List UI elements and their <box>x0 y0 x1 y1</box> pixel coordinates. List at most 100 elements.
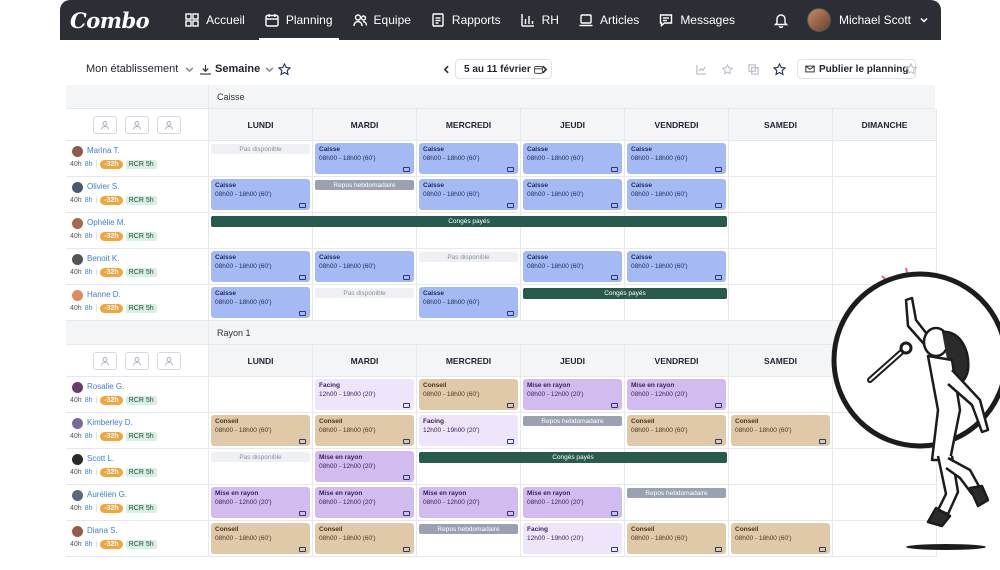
shift-block[interactable]: Facing 12h00 - 19h00 (20') <box>315 379 414 410</box>
planning-cell[interactable]: Caisse 08h00 - 18h00 (60') <box>313 249 417 285</box>
planning-cell[interactable]: Conseil 08h00 - 18h00 (60') <box>417 377 521 413</box>
paid-leave-bar[interactable]: Congés payés <box>419 452 727 463</box>
period-select[interactable]: Semaine <box>200 56 275 82</box>
planning-cell[interactable]: Mise en rayon 08h00 - 12h00 (20') <box>521 377 625 413</box>
shift-block[interactable]: Caisse 08h00 - 18h00 (60') <box>211 287 310 318</box>
shift-block[interactable]: Facing 12h00 - 19h00 (20') <box>419 415 518 446</box>
shift-block[interactable]: Caisse 08h00 - 18h00 (60') <box>315 143 414 174</box>
add-user-button[interactable] <box>93 115 117 134</box>
planning-cell[interactable]: Repos hebdomadaire <box>313 177 417 213</box>
nav-item-accueil[interactable]: Accueil <box>175 0 255 40</box>
employee-name[interactable]: Olivier S. <box>87 182 119 191</box>
employee-name[interactable]: Ophélie M. <box>87 218 126 227</box>
planning-cell[interactable]: Conseil 08h00 - 18h00 (60') <box>625 521 729 557</box>
planning-cell[interactable]: Mise en rayon 08h00 - 12h00 (20') <box>313 485 417 521</box>
user-name[interactable]: Michael Scott <box>839 13 911 27</box>
shift-block[interactable]: Caisse 08h00 - 18h00 (60') <box>211 251 310 282</box>
planning-cell[interactable]: Repos hebdomadaire <box>417 521 521 557</box>
shift-block[interactable]: Mise en rayon 08h00 - 12h00 (20') <box>523 379 622 410</box>
user-avatar[interactable] <box>806 8 831 32</box>
shift-block[interactable]: Conseil 08h00 - 18h00 (60') <box>211 523 310 554</box>
planning-cell[interactable]: Caisse 08h00 - 18h00 (60') <box>417 141 521 177</box>
shift-block[interactable]: Conseil 08h00 - 18h00 (60') <box>419 379 518 410</box>
planning-cell[interactable]: Conseil 08h00 - 18h00 (60') <box>209 521 313 557</box>
employee-name[interactable]: Benoit K. <box>87 254 119 263</box>
bell-icon[interactable] <box>773 12 789 28</box>
employee-name[interactable]: Rosalie G. <box>87 382 124 391</box>
shift-block[interactable]: Mise en rayon 08h00 - 12h00 (20') <box>523 487 622 518</box>
rest-badge[interactable]: Repos hebdomadaire <box>627 488 726 498</box>
planning-cell[interactable]: Caisse 08h00 - 18h00 (60') <box>625 141 729 177</box>
shift-block[interactable]: Conseil 08h00 - 18h00 (60') <box>731 523 830 554</box>
employee-name[interactable]: Diana S. <box>87 526 118 535</box>
publish-planning-button[interactable]: Publier le planning <box>797 59 917 79</box>
shift-block[interactable]: Mise en rayon 08h00 - 12h00 (20') <box>211 487 310 518</box>
planning-cell[interactable]: Caisse 08h00 - 18h00 (60') <box>209 177 313 213</box>
unavailable-badge[interactable]: Pas disponible <box>211 452 310 462</box>
nav-item-rh[interactable]: RH <box>511 0 569 40</box>
planning-cell[interactable] <box>729 177 833 213</box>
paid-leave-bar[interactable]: Congés payés <box>211 216 727 227</box>
planning-cell[interactable]: Conseil 08h00 - 18h00 (60') <box>313 413 417 449</box>
nav-item-equipe[interactable]: Equipe <box>343 0 421 40</box>
planning-cell[interactable] <box>729 141 833 177</box>
star-outline-icon[interactable] <box>722 56 733 82</box>
unavailable-badge[interactable]: Pas disponible <box>315 288 414 298</box>
employee-name[interactable]: Hanne D. <box>87 290 121 299</box>
shift-block[interactable]: Conseil 08h00 - 18h00 (60') <box>731 415 830 446</box>
shift-block[interactable]: Conseil 08h00 - 18h00 (60') <box>315 415 414 446</box>
shift-block[interactable]: Caisse 08h00 - 18h00 (60') <box>523 179 622 210</box>
planning-cell[interactable]: Mise en rayon 08h00 - 12h00 (20') <box>417 485 521 521</box>
paid-leave-bar[interactable]: Congés payés <box>523 288 727 299</box>
nav-item-rapports[interactable]: Rapports <box>421 0 511 40</box>
planning-cell[interactable]: Mise en rayon 08h00 - 12h00 (20') <box>521 485 625 521</box>
clock-button[interactable] <box>157 115 181 134</box>
planning-cell[interactable]: Caisse 08h00 - 18h00 (60') <box>209 249 313 285</box>
template-star-icon[interactable] <box>773 56 786 82</box>
shift-block[interactable]: Facing 12h00 - 19h00 (20') <box>523 523 622 554</box>
planning-cell[interactable] <box>833 177 937 213</box>
favorite-outline-icon[interactable] <box>905 56 917 82</box>
planning-cell[interactable]: Caisse 08h00 - 18h00 (60') <box>417 285 521 321</box>
previous-week-button[interactable] <box>441 56 452 82</box>
stats-icon[interactable] <box>696 56 707 82</box>
planning-cell[interactable] <box>833 213 937 249</box>
shift-block[interactable]: Caisse 08h00 - 18h00 (60') <box>211 179 310 210</box>
planning-cell[interactable] <box>729 213 833 249</box>
shift-block[interactable]: Caisse 08h00 - 18h00 (60') <box>419 143 518 174</box>
employee-name[interactable]: Aurélien G. <box>87 490 127 499</box>
shift-block[interactable]: Conseil 08h00 - 18h00 (60') <box>315 523 414 554</box>
planning-cell[interactable]: Mise en rayon 08h00 - 12h00 (20') <box>313 449 417 485</box>
shift-block[interactable]: Caisse 08h00 - 18h00 (60') <box>419 179 518 210</box>
planning-cell[interactable]: Caisse 08h00 - 18h00 (60') <box>313 141 417 177</box>
employee-name[interactable]: Kimberley D. <box>87 418 133 427</box>
shift-block[interactable]: Caisse 08h00 - 18h00 (60') <box>627 143 726 174</box>
week-range-picker[interactable]: 5 au 11 février <box>455 59 552 79</box>
rest-badge[interactable]: Repos hebdomadaire <box>315 180 414 190</box>
planning-cell[interactable]: Caisse 08h00 - 18h00 (60') <box>209 285 313 321</box>
planning-cell[interactable] <box>729 285 833 321</box>
establishment-select[interactable]: Mon établissement <box>86 56 195 82</box>
clock-button[interactable] <box>157 351 181 370</box>
planning-cell[interactable] <box>209 377 313 413</box>
planning-cell[interactable]: Pas disponible <box>417 249 521 285</box>
filter-user-button[interactable] <box>125 115 149 134</box>
app-logo[interactable]: Combo <box>70 8 150 33</box>
planning-cell[interactable]: Caisse 08h00 - 18h00 (60') <box>521 249 625 285</box>
planning-cell[interactable]: Conseil 08h00 - 18h00 (60') <box>729 413 833 449</box>
planning-cell[interactable] <box>833 141 937 177</box>
unavailable-badge[interactable]: Pas disponible <box>211 144 310 154</box>
chevron-down-icon[interactable] <box>919 15 929 25</box>
planning-cell[interactable] <box>729 485 833 521</box>
planning-cell[interactable]: Facing 12h00 - 19h00 (20') <box>417 413 521 449</box>
planning-cell[interactable]: Pas disponible <box>209 449 313 485</box>
planning-cell[interactable]: Caisse 08h00 - 18h00 (60') <box>625 177 729 213</box>
shift-block[interactable]: Caisse 08h00 - 18h00 (60') <box>627 251 726 282</box>
planning-cell[interactable]: Pas disponible <box>209 141 313 177</box>
planning-cell[interactable]: Repos hebdomadaire <box>625 485 729 521</box>
shift-block[interactable]: Caisse 08h00 - 18h00 (60') <box>523 143 622 174</box>
shift-block[interactable]: Mise en rayon 08h00 - 12h00 (20') <box>419 487 518 518</box>
shift-block[interactable]: Mise en rayon 08h00 - 12h00 (20') <box>315 487 414 518</box>
planning-cell[interactable]: Caisse 08h00 - 18h00 (60') <box>521 177 625 213</box>
shift-block[interactable]: Caisse 08h00 - 18h00 (60') <box>315 251 414 282</box>
